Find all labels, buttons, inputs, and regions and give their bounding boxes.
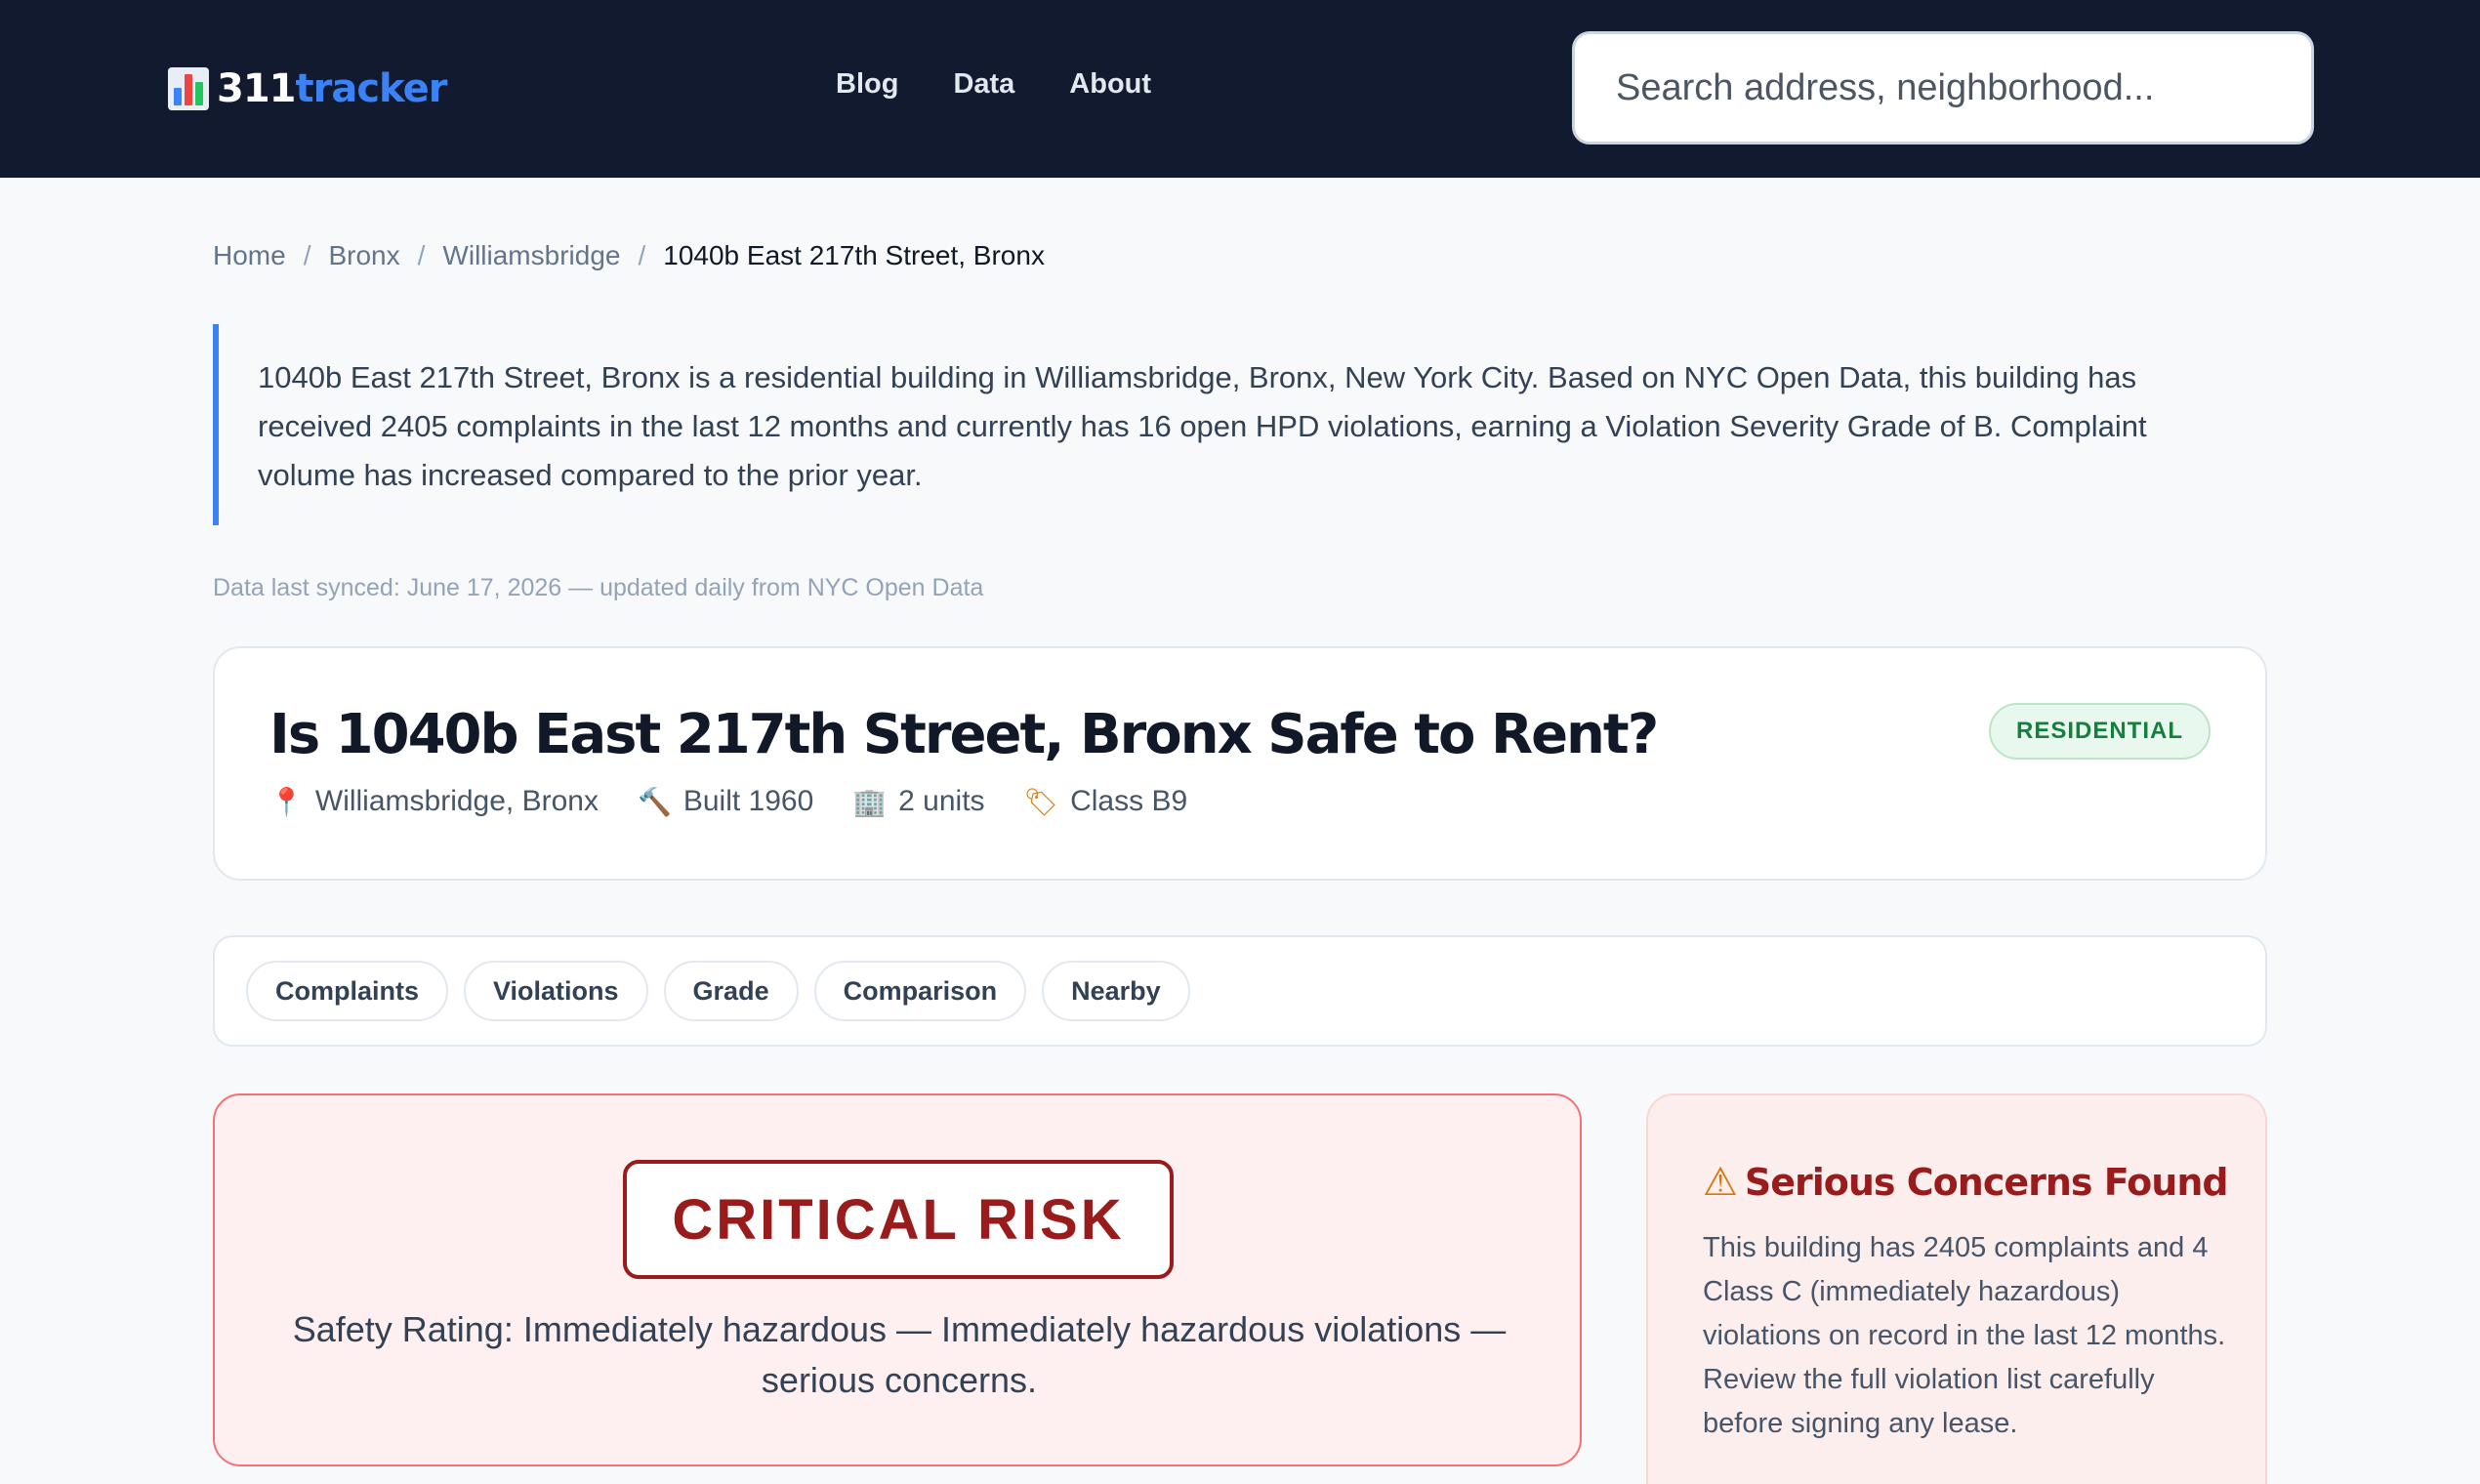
main-nav: Blog Data About xyxy=(836,68,1151,101)
tab-complaints[interactable]: Complaints xyxy=(246,961,449,1021)
site-logo[interactable]: 311tracker xyxy=(168,64,447,113)
building-icon: 🏢 xyxy=(852,785,888,818)
risk-rating-panel: CRITICAL RISK Safety Rating: Immediately… xyxy=(213,1093,1582,1466)
concerns-title: Serious Concerns Found xyxy=(1744,1161,2229,1204)
breadcrumb-home[interactable]: Home xyxy=(213,240,286,271)
logo-text: 311tracker xyxy=(217,66,447,111)
meta-class-text: Class B9 xyxy=(1070,785,1188,817)
breadcrumb-separator: / xyxy=(417,240,426,270)
meta-year-built-text: Built 1960 xyxy=(682,785,814,817)
safety-rating-text: Safety Rating: Immediately hazardous — I… xyxy=(292,1309,1507,1400)
building-type-badge: RESIDENTIAL xyxy=(1988,703,2211,760)
breadcrumb-borough[interactable]: Bronx xyxy=(328,240,399,271)
meta-units-text: 2 units xyxy=(898,785,985,817)
location-pin-icon: 📍 xyxy=(269,785,304,818)
breadcrumb-current: 1040b East 217th Street, Bronx xyxy=(663,240,1045,270)
data-sync-note: Data last synced: June 17, 2026 — update… xyxy=(213,574,984,601)
tab-grade[interactable]: Grade xyxy=(663,961,799,1021)
bar-chart-icon xyxy=(168,67,209,110)
meta-location-text: Williamsbridge, Bronx xyxy=(314,785,599,817)
tab-nearby[interactable]: Nearby xyxy=(1042,961,1190,1021)
search-input[interactable] xyxy=(1572,31,2314,144)
tab-comparison[interactable]: Comparison xyxy=(813,961,1027,1021)
concerns-text: This building has 2405 complaints and 4 … xyxy=(1703,1232,2226,1439)
nav-link-blog[interactable]: Blog xyxy=(836,68,898,101)
section-tabs: Complaints Violations Grade Comparison N… xyxy=(213,935,2267,1047)
breadcrumb-separator: / xyxy=(638,240,646,270)
breadcrumb-neighborhood[interactable]: Williamsbridge xyxy=(442,240,620,271)
hammer-icon: 🔨 xyxy=(637,785,672,818)
page-title: Is 1040b East 217th Street, Bronx Safe t… xyxy=(269,703,1659,766)
breadcrumb: Home / Bronx / Williamsbridge / 1040b Ea… xyxy=(213,240,1045,271)
risk-level-badge: CRITICAL RISK xyxy=(623,1160,1174,1279)
meta-year-built: 🔨 Built 1960 xyxy=(638,785,813,818)
meta-location: 📍 Williamsbridge, Bronx xyxy=(269,785,599,818)
meta-units: 🏢 2 units xyxy=(852,785,984,818)
building-summary: 1040b East 217th Street, Bronx is a resi… xyxy=(213,324,2195,525)
tab-violations[interactable]: Violations xyxy=(464,961,648,1021)
tag-icon: 🏷 xyxy=(1023,785,1059,818)
concerns-panel: ⚠ Serious Concerns Found This building h… xyxy=(1646,1093,2267,1484)
warning-icon: ⚠ xyxy=(1703,1160,1738,1205)
nav-link-data[interactable]: Data xyxy=(953,68,1014,101)
property-meta: 📍 Williamsbridge, Bronx 🔨 Built 1960 🏢 2… xyxy=(269,785,1187,818)
top-navigation-bar: 311tracker Blog Data About xyxy=(0,0,2480,178)
breadcrumb-separator: / xyxy=(303,240,311,270)
concerns-heading: ⚠ Serious Concerns Found xyxy=(1703,1160,2229,1205)
property-card: Is 1040b East 217th Street, Bronx Safe t… xyxy=(213,646,2267,881)
meta-class: 🏷 Class B9 xyxy=(1024,785,1188,818)
nav-link-about[interactable]: About xyxy=(1069,68,1151,101)
